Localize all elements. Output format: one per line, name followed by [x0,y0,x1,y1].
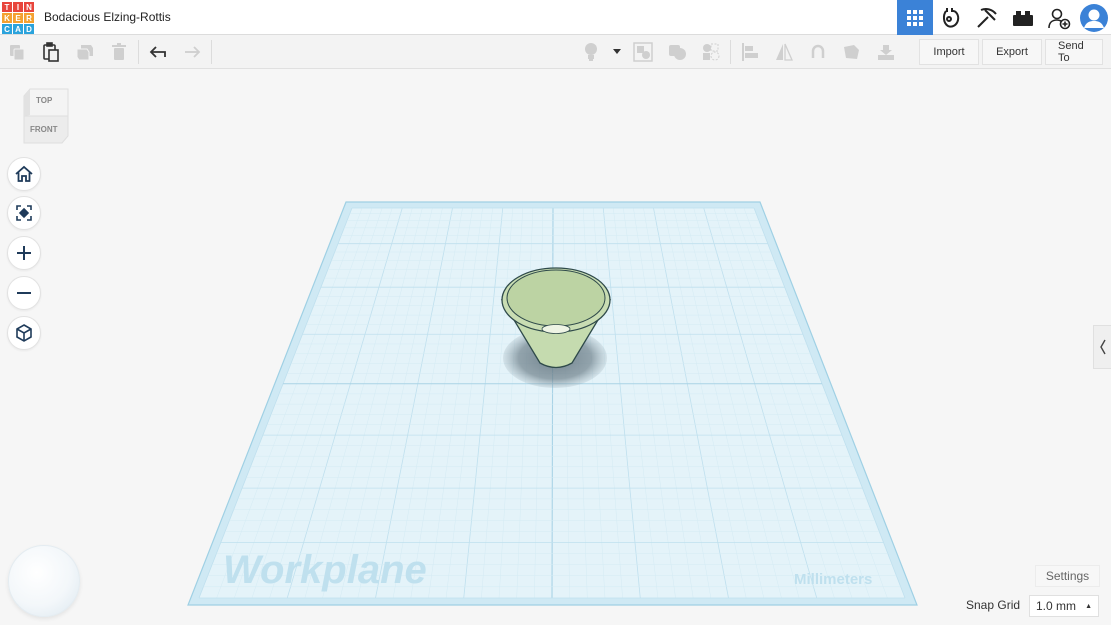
units-label: Millimeters [794,571,872,588]
workplane-label: Workplane [223,548,427,592]
projection-toggle-button[interactable] [7,316,41,350]
snap-grid-select[interactable]: 1.0 mm ▲ [1029,595,1099,617]
viewcube-front-face[interactable]: FRONT [30,125,58,134]
home-icon [15,165,33,182]
workplane-scene[interactable]: Workplane Millimeters [0,0,1111,625]
view-cube[interactable]: TOP FRONT [22,88,70,144]
orbit-navigation-ball[interactable] [8,545,80,617]
plus-icon [17,246,31,260]
fit-all-icon [16,205,32,221]
workplane[interactable] [187,201,918,606]
zoom-out-button[interactable] [7,276,41,310]
viewcube-top-face[interactable]: TOP [36,96,52,105]
caret-up-icon: ▲ [1085,603,1092,610]
home-view-button[interactable] [7,157,41,191]
minus-icon [17,292,31,294]
perspective-cube-icon [16,324,32,342]
fit-view-button[interactable] [7,196,41,230]
snap-grid-value: 1.0 mm [1036,599,1077,613]
zoom-in-button[interactable] [7,236,41,270]
settings-button[interactable]: Settings [1035,565,1100,587]
chevron-left-icon [1099,339,1106,355]
shape-panel-toggle[interactable] [1093,325,1111,369]
snap-grid-label: Snap Grid [966,598,1021,612]
